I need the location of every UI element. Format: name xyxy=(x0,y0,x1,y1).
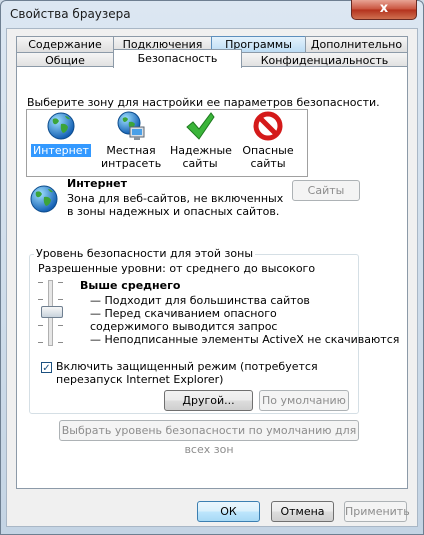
tab-security[interactable]: Безопасность xyxy=(113,49,242,68)
allowed-levels-text: Разрешенные уровни: от среднего до высок… xyxy=(38,262,316,275)
tab-advanced[interactable]: Дополнительно xyxy=(305,36,408,52)
zone-label-trusted: Надежные сайты xyxy=(170,144,232,170)
protected-mode-checkbox[interactable]: ✓ xyxy=(41,362,52,374)
zone-label-restricted: Опасные сайты xyxy=(242,144,294,170)
security-level-group-title: Уровень безопасности для этой зоны xyxy=(34,247,255,260)
cancel-button[interactable]: Отмена xyxy=(271,501,334,522)
reset-all-zones-button[interactable]: Выбрать уровень безопасности по умолчани… xyxy=(59,420,359,456)
zone-internet[interactable]: Интернет xyxy=(29,110,93,157)
slider-thumb[interactable] xyxy=(41,306,63,318)
zone-description: Зона для веб-сайтов, не включенных в зон… xyxy=(67,192,284,218)
ok-button[interactable]: ОК xyxy=(197,501,260,522)
zone-label-intranet: Местная интрасеть xyxy=(101,144,162,170)
zone-intranet[interactable]: Местная интрасеть xyxy=(99,110,163,170)
custom-level-button[interactable]: Другой... xyxy=(164,390,253,411)
zone-trusted[interactable]: Надежные сайты xyxy=(168,110,232,170)
zone-restricted[interactable]: Опасные сайты xyxy=(236,110,300,170)
slider-tick xyxy=(38,342,43,343)
slider-tick xyxy=(58,299,63,300)
tab-content[interactable]: Содержание xyxy=(16,36,114,52)
level-bullet: — Неподписанные элементы ActiveX не скач… xyxy=(90,333,400,346)
checkmark-icon xyxy=(186,112,215,140)
security-level-name: Выше среднего xyxy=(80,279,181,292)
close-button[interactable]: x xyxy=(351,0,417,20)
slider-tick xyxy=(38,299,43,300)
prohibited-icon xyxy=(253,111,283,141)
level-bullet: — Перед скачиванием опасного содержимого… xyxy=(90,307,278,333)
zone-label-internet: Интернет xyxy=(31,144,91,157)
level-bullet: — Подходит для большинства сайтов xyxy=(90,294,310,307)
intranet-icon xyxy=(117,111,145,140)
slider-tick xyxy=(38,325,43,326)
globe-icon xyxy=(30,185,58,213)
sites-button[interactable]: Сайты xyxy=(292,180,360,201)
zone-prompt: Выберите зону для настройки ее параметро… xyxy=(27,96,380,109)
window-title: Свойства браузера xyxy=(10,7,131,21)
slider-tick xyxy=(58,282,63,283)
default-level-button[interactable]: По умолчанию xyxy=(259,390,349,411)
zone-title: Интернет xyxy=(67,177,127,190)
protected-mode-label[interactable]: Включить защищенный режим (потребуется п… xyxy=(56,360,346,386)
globe-icon xyxy=(47,112,75,140)
slider-tick xyxy=(58,325,63,326)
apply-button[interactable]: Применить xyxy=(344,501,410,522)
slider-tick xyxy=(38,282,43,283)
slider-tick xyxy=(58,342,63,343)
security-level-slider[interactable] xyxy=(34,278,70,348)
